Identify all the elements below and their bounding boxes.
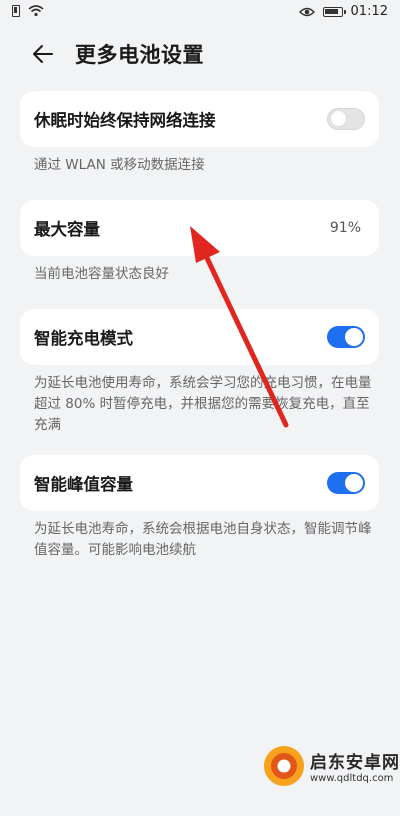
setting-label: 休眠时始终保持网络连接	[34, 111, 216, 130]
battery-icon	[322, 6, 346, 17]
setting-label: 最大容量	[34, 220, 100, 239]
sim-card-icon	[12, 5, 20, 17]
status-time: 01:12	[350, 4, 388, 19]
wifi-icon	[28, 5, 44, 17]
toggle-knob	[345, 328, 363, 346]
smart-peak-toggle[interactable]	[327, 472, 365, 494]
setting-label: 智能峰值容量	[34, 475, 133, 494]
keep-network-toggle[interactable]	[327, 108, 365, 130]
watermark-name: 启东安卓网	[310, 753, 400, 773]
setting-smart-peak-capacity[interactable]: 智能峰值容量	[20, 455, 379, 511]
smart-charging-toggle[interactable]	[327, 326, 365, 348]
capacity-value: 91%	[329, 220, 361, 236]
toggle-knob	[345, 474, 363, 492]
watermark: 启东安卓网 www.qdltdq.com	[262, 744, 400, 788]
setting-description: 通过 WLAN 或移动数据连接	[34, 157, 205, 173]
setting-description: 为延长电池寿命，系统会根据电池自身状态，智能调节峰值容量。可能影响电池续航	[34, 521, 372, 558]
watermark-logo-icon	[262, 744, 306, 788]
setting-max-capacity[interactable]: 最大容量 91%	[20, 200, 379, 256]
header: 更多电池设置	[0, 32, 400, 76]
eye-comfort-icon	[298, 6, 315, 18]
page-title: 更多电池设置	[75, 43, 204, 67]
setting-keep-network-on-sleep[interactable]: 休眠时始终保持网络连接	[20, 91, 379, 147]
setting-label: 智能充电模式	[34, 329, 133, 348]
back-arrow-icon[interactable]	[30, 42, 58, 66]
status-bar: 01:12	[0, 0, 400, 26]
toggle-knob	[329, 109, 347, 127]
setting-description: 为延长电池使用寿命，系统会学习您的充电习惯，在电量超过 80% 时暂停充电，并根…	[34, 375, 372, 433]
setting-smart-charging[interactable]: 智能充电模式	[20, 309, 379, 365]
watermark-url: www.qdltdq.com	[310, 773, 394, 784]
setting-description: 当前电池容量状态良好	[34, 266, 169, 282]
